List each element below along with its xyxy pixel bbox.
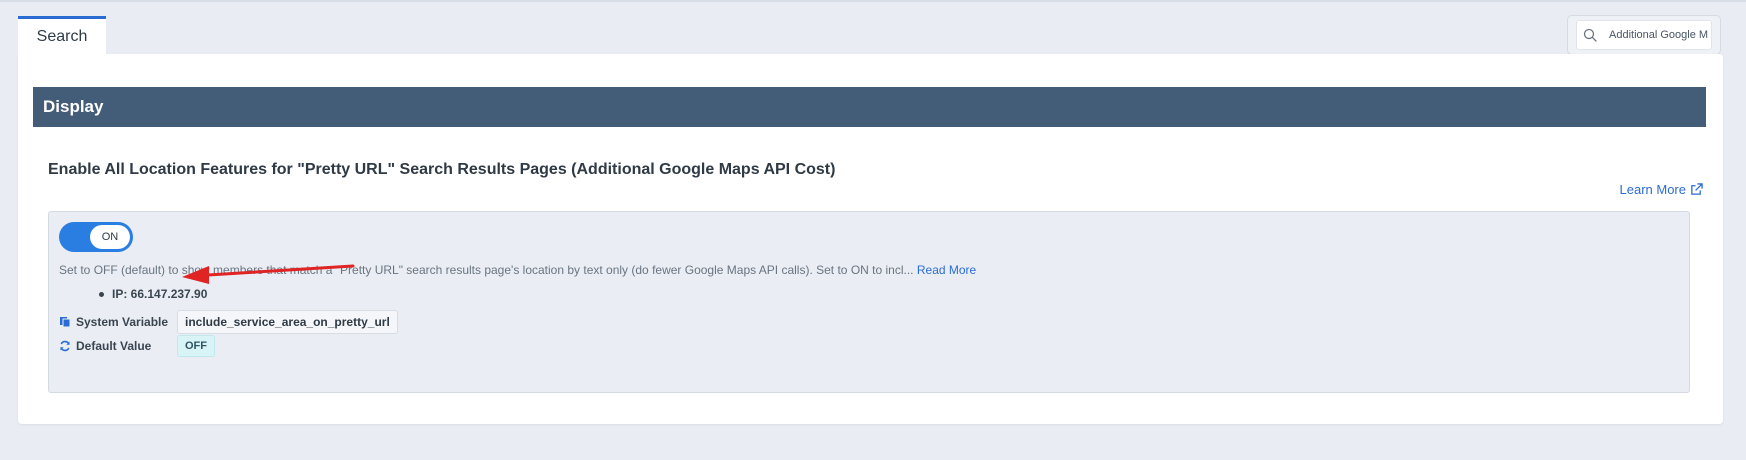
setting-title: Enable All Location Features for "Pretty…	[48, 161, 836, 178]
search-input[interactable]	[1609, 29, 1719, 41]
search-icon	[1583, 28, 1597, 42]
toggle-state-label: ON	[101, 231, 119, 243]
search-field[interactable]	[1576, 20, 1719, 50]
default-value-label: Default Value	[59, 339, 177, 353]
default-value-row: Default Value OFF	[59, 335, 215, 357]
external-link-icon	[1691, 183, 1703, 195]
section-header: Display	[33, 87, 1706, 127]
annotation-arrow	[182, 264, 355, 284]
system-variable-label: System Variable	[59, 315, 177, 329]
top-divider	[0, 0, 1746, 2]
learn-more-link[interactable]: Learn More	[1620, 182, 1703, 197]
refresh-icon	[60, 340, 70, 352]
toggle-knob: ON	[90, 225, 130, 249]
on-off-toggle[interactable]: ON	[59, 222, 133, 252]
tab-search-label: Search	[36, 27, 88, 45]
setting-panel: ON Set to OFF (default) to show members …	[48, 211, 1690, 393]
settings-card: Display Enable All Location Features for…	[18, 54, 1723, 424]
default-value-badge: OFF	[177, 335, 215, 357]
system-variable-value: include_service_area_on_pretty_url	[177, 310, 398, 334]
system-variable-row: System Variable include_service_area_on_…	[59, 310, 398, 334]
learn-more-label: Learn More	[1619, 182, 1686, 197]
tab-search[interactable]: Search	[18, 16, 106, 54]
bullet-icon	[99, 291, 104, 297]
read-more-link[interactable]: Read More	[917, 263, 976, 277]
settings-search	[1567, 15, 1721, 55]
system-variable-label-text: System Variable	[76, 315, 169, 329]
section-title: Display	[43, 97, 104, 116]
copy-icon	[60, 317, 71, 328]
default-value-label-text: Default Value	[76, 339, 152, 353]
